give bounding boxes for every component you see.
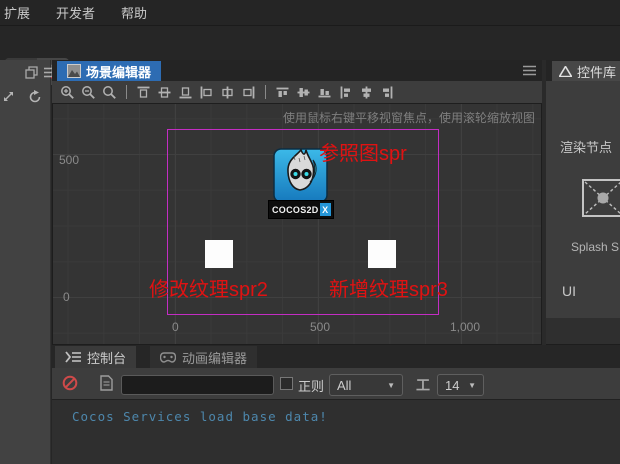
main-toolbar	[0, 27, 620, 85]
zoom-in-icon[interactable]	[60, 85, 75, 100]
distribute-vcenter-icon[interactable]	[296, 85, 311, 100]
scene-toolbar	[52, 81, 542, 104]
scene-icon	[67, 64, 81, 78]
distribute-right-icon[interactable]	[380, 85, 395, 100]
scene-panel-menu-icon[interactable]	[523, 65, 536, 76]
distribute-bottom-icon[interactable]	[317, 85, 332, 100]
log-filter-value: All	[337, 377, 352, 393]
animation-icon	[160, 351, 176, 363]
regex-checkbox[interactable]	[280, 377, 293, 390]
scene-canvas[interactable]: 使用鼠标右键平移视窗焦点，使用滚轮缩放视图 500 0 0 500 1,000	[52, 104, 542, 345]
regex-label: 正则	[298, 379, 325, 394]
scene-tab-label: 场景编辑器	[86, 64, 152, 80]
clear-icon[interactable]	[62, 375, 78, 391]
expand-panel-icon[interactable]	[2, 90, 15, 103]
library-panel-footer	[546, 318, 620, 345]
document-icon[interactable]	[100, 375, 113, 391]
cocos-logo-x: X	[319, 203, 331, 216]
splash-item-label: Splash S	[571, 240, 620, 254]
left-dock-strip	[0, 60, 51, 464]
cocos-logo-banner: COCOS2D X	[268, 200, 334, 219]
console-tab-label: 控制台	[87, 350, 127, 366]
sprite2-texture[interactable]	[205, 240, 233, 268]
section-ui: UI	[562, 283, 576, 299]
toolbar-separator	[265, 85, 266, 99]
splash-sprite-item[interactable]	[582, 179, 620, 217]
console-log-area[interactable]: Cocos Services load base data!	[52, 399, 620, 464]
log-filter-dropdown[interactable]: All ▼	[329, 374, 403, 396]
x-axis-label-1000: 1,000	[450, 320, 481, 334]
align-left-icon[interactable]	[199, 85, 214, 100]
menu-developer[interactable]: 开发者	[54, 1, 97, 24]
canvas-hint-text: 使用鼠标右键平移视窗焦点，使用滚轮缩放视图	[282, 111, 535, 125]
y-axis-label-500: 500	[59, 153, 80, 167]
x-axis-label-500: 500	[310, 320, 331, 334]
tab-animation-editor[interactable]: 动画编辑器	[150, 346, 258, 368]
duplicate-panel-icon[interactable]	[25, 66, 38, 79]
menu-bar: 扩展 开发者 帮助	[0, 0, 620, 26]
toolbar-separator	[126, 85, 127, 99]
distribute-hcenter-icon[interactable]	[359, 85, 374, 100]
triangle-icon	[559, 65, 572, 77]
align-top-icon[interactable]	[136, 85, 151, 100]
font-size-dropdown[interactable]: 14 ▼	[437, 374, 484, 396]
sprite-label-modify: 修改纹理spr2	[149, 279, 268, 301]
align-right-icon[interactable]	[241, 85, 256, 100]
log-line: Cocos Services load base data!	[72, 409, 328, 424]
sprite-placeholder-icon	[582, 179, 620, 217]
sprite-label-reference: 参照图spr	[319, 143, 407, 165]
tab-widget-library[interactable]: 控件库	[552, 61, 620, 81]
font-size-value: 14	[445, 377, 460, 393]
x-axis-label-0: 0	[172, 320, 179, 334]
font-size-icon: 工	[416, 377, 430, 393]
zoom-reset-icon[interactable]	[102, 85, 117, 100]
distribute-top-icon[interactable]	[275, 85, 290, 100]
chevron-down-icon: ▼	[387, 380, 395, 390]
menu-extensions[interactable]: 扩展	[2, 1, 32, 24]
animation-tab-label: 动画编辑器	[182, 350, 248, 366]
tab-console[interactable]: 控制台	[55, 346, 137, 368]
app-window: 扩展 开发者 帮助 场景编辑器 使用鼠标右键平移视窗焦点，使用滚轮缩放视图 50…	[0, 0, 620, 464]
library-tab-label: 控件库	[577, 64, 617, 80]
console-tabstrip	[52, 345, 620, 368]
align-vcenter-icon[interactable]	[157, 85, 172, 100]
zoom-out-icon[interactable]	[81, 85, 96, 100]
cocos-logo-text: COCOS2D	[272, 204, 319, 215]
y-axis-label-0: 0	[63, 290, 70, 304]
chevron-down-icon: ▼	[468, 380, 476, 390]
distribute-left-icon[interactable]	[338, 85, 353, 100]
menu-help[interactable]: 帮助	[119, 1, 149, 24]
align-bottom-icon[interactable]	[178, 85, 193, 100]
library-panel: 渲染节点 Splash S UI	[546, 81, 620, 318]
console-icon	[65, 351, 81, 363]
refresh-icon[interactable]	[28, 90, 42, 104]
sprite-label-add: 新增纹理spr3	[329, 279, 448, 301]
section-render-node: 渲染节点	[560, 140, 613, 155]
console-toolbar: 正则 All ▼ 工 14 ▼	[52, 368, 620, 399]
tab-scene-editor[interactable]: 场景编辑器	[57, 61, 162, 81]
sprite3-texture[interactable]	[368, 240, 396, 268]
align-hcenter-icon[interactable]	[220, 85, 235, 100]
search-input[interactable]	[121, 375, 274, 395]
